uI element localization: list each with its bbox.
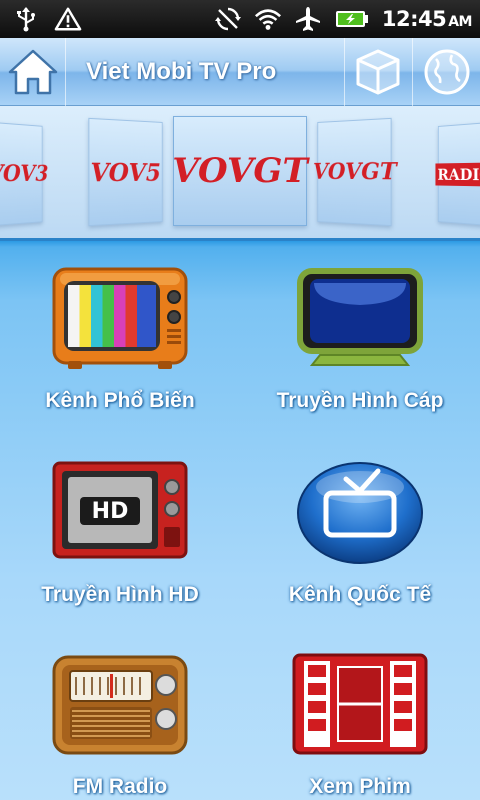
retro-tv-icon [52,267,188,369]
menu-grid: Kênh Phổ Biến Truyền Hình Cáp HD Truyền … [0,238,480,800]
svg-text:HD: HD [92,499,129,524]
menu-item-watch-movies[interactable]: Xem Phim [240,649,480,799]
globe-button[interactable] [412,38,480,106]
battery-icon [334,5,370,33]
channel-logo: VOV3 [0,160,49,188]
menu-item-label: Truyền Hình HD [41,583,199,606]
warning-icon [54,5,82,33]
clock: 12:45 AM [381,7,473,31]
app-header: Viet Mobi TV Pro [0,38,480,106]
menu-item-label: Kênh Phổ Biến [45,389,195,412]
channel-card[interactable]: VOVGT [313,117,397,227]
menu-item-international-channels[interactable]: Kênh Quốc Tế [240,457,480,607]
radio-icon [52,655,188,755]
globe-icon [424,49,469,95]
film-icon [292,653,428,755]
sync-off-icon [214,5,242,33]
channel-card[interactable]: VOV3 [0,122,48,226]
home-icon [8,49,57,95]
status-bar: 12:45 AM [0,0,480,38]
channel-carousel[interactable]: VOV3 VOV5 VOVGT VOVGT RADIO [0,106,480,238]
menu-item-hd-tv[interactable]: HD Truyền Hình HD [0,457,240,607]
menu-item-label: FM Radio [72,775,168,798]
channel-logo: VOVGT [313,158,397,186]
channel-card-selected[interactable]: VOVGT [172,116,308,226]
menu-item-label: Xem Phim [309,775,411,798]
airplane-icon [294,5,322,33]
channel-logo: RADIO [435,161,480,187]
home-button[interactable] [0,38,66,106]
tv-bubble-icon [297,462,423,564]
channel-logo: VOVGT [172,151,308,191]
app-title: Viet Mobi TV Pro [86,58,277,85]
menu-item-popular-channels[interactable]: Kênh Phổ Biến [0,263,240,413]
menu-item-fm-radio[interactable]: FM Radio [0,649,240,799]
widescreen-tv-icon [297,268,423,366]
channel-card[interactable]: RADIO [435,121,480,227]
menu-item-label: Kênh Quốc Tế [288,583,432,606]
menu-item-label: Truyền Hình Cáp [276,389,444,412]
hd-tv-icon: HD [52,461,188,559]
channel-logo: VOV5 [90,156,161,188]
channel-card[interactable]: VOV5 [88,117,163,227]
usb-icon [12,5,40,33]
wifi-icon [254,5,282,33]
menu-item-cable-tv[interactable]: Truyền Hình Cáp [240,263,480,413]
cube-button[interactable] [344,38,410,106]
cube-icon [356,49,399,95]
